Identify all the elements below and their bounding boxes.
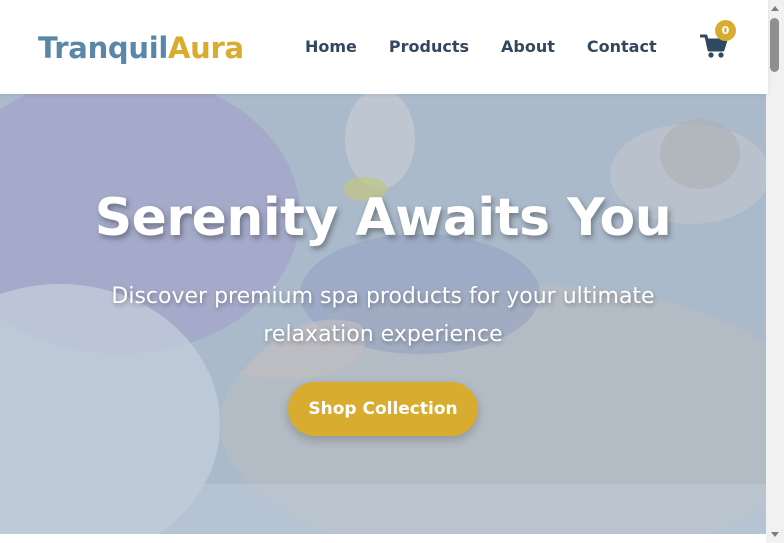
brand-logo[interactable]: TranquilAura — [38, 31, 244, 65]
site-header: TranquilAura Home Products About Contact… — [0, 0, 768, 94]
hero-subtitle: Discover premium spa products for your u… — [111, 284, 655, 347]
nav-link-contact[interactable]: Contact — [587, 37, 657, 56]
nav-link-products[interactable]: Products — [389, 37, 469, 56]
scrollbar-thumb[interactable] — [770, 18, 779, 72]
nav-link-home[interactable]: Home — [305, 37, 357, 56]
brand-name-part2: Aura — [168, 31, 244, 65]
hero-section: Serenity Awaits You Discover premium spa… — [0, 94, 766, 534]
brand-name-part1: Tranquil — [38, 31, 168, 65]
hero-title: Serenity Awaits You — [94, 188, 672, 248]
page-scrollbar[interactable] — [766, 0, 784, 543]
nav-link-about[interactable]: About — [501, 37, 555, 56]
scroll-down-arrow-icon[interactable] — [771, 532, 779, 537]
cart-count-badge: 0 — [715, 20, 736, 41]
scroll-up-arrow-icon[interactable] — [771, 6, 779, 11]
main-nav: Home Products About Contact — [305, 37, 689, 56]
shop-collection-button[interactable]: Shop Collection — [288, 382, 478, 436]
cart-button[interactable]: 0 — [699, 20, 736, 62]
